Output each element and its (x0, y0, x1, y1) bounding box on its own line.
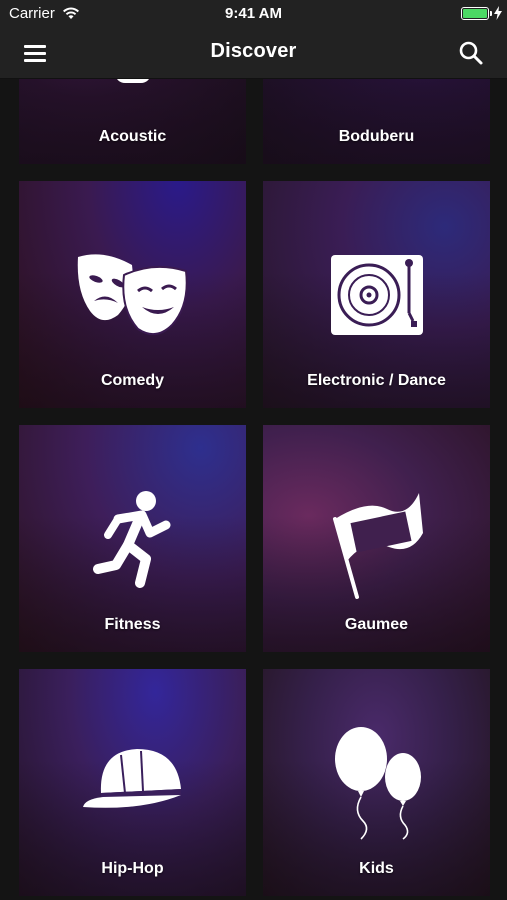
genre-tile-fitness[interactable]: Fitness (19, 425, 246, 652)
cap-icon (19, 745, 246, 815)
tile-label: Comedy (100, 372, 165, 389)
turntable-icon (263, 253, 490, 337)
genre-tile-gaumee[interactable]: Gaumee (263, 425, 490, 652)
tile-label: Kids (359, 860, 394, 877)
flag-icon (263, 489, 490, 599)
status-time: 9:41 AM (225, 5, 282, 22)
genre-tile-boduberu[interactable]: Boduberu (263, 79, 490, 164)
charging-icon (494, 6, 502, 24)
tile-label: Electronic / Dance (307, 372, 446, 389)
search-icon[interactable] (457, 39, 485, 67)
guitar-icon (19, 79, 246, 97)
balloons-icon (263, 725, 490, 841)
battery-icon (461, 7, 489, 20)
tile-label: Boduberu (338, 128, 415, 145)
status-bar: Carrier 9:41 AM (0, 0, 507, 28)
runner-icon (19, 489, 246, 589)
page-title: Discover (210, 40, 297, 62)
genre-tile-kids[interactable]: Kids (263, 669, 490, 896)
genre-tile-hip-hop[interactable]: Hip-Hop (19, 669, 246, 896)
drum-icon (263, 79, 490, 83)
tile-label: Acoustic (98, 128, 167, 145)
genre-grid: Acoustic Boduberu Comedy Electronic / Da… (0, 79, 507, 900)
genre-tile-comedy[interactable]: Comedy (19, 181, 246, 408)
genre-tile-electronic-dance[interactable]: Electronic / Dance (263, 181, 490, 408)
theater-masks-icon (19, 249, 246, 341)
tile-label: Fitness (104, 616, 161, 633)
nav-bar: Discover (0, 28, 507, 79)
genre-tile-acoustic[interactable]: Acoustic (19, 79, 246, 164)
tile-label: Gaumee (344, 616, 409, 633)
tile-label: Hip-Hop (101, 860, 164, 877)
battery-nub (490, 11, 492, 16)
